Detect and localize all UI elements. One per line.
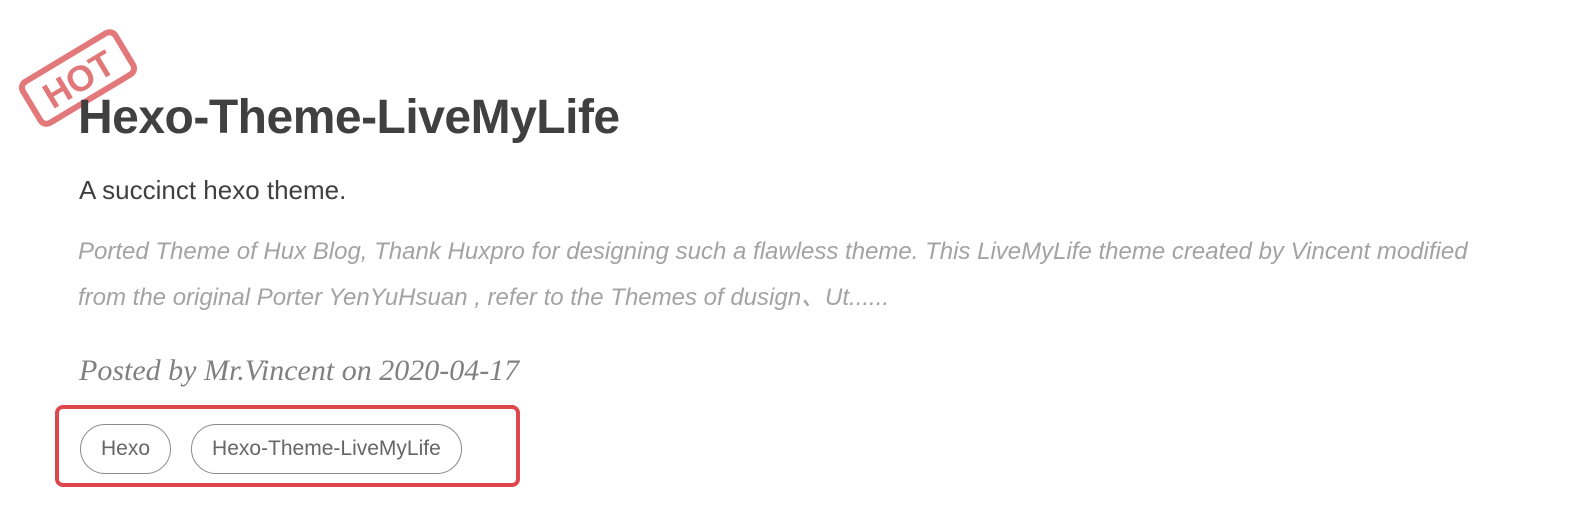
post-meta: Posted by Mr.Vincent on 2020-04-17 — [79, 354, 520, 387]
post-tags: Hexo Hexo-Theme-LiveMyLife — [80, 424, 462, 474]
post-title[interactable]: Hexo-Theme-LiveMyLife — [78, 88, 620, 148]
tag-hexo-theme-livemylife[interactable]: Hexo-Theme-LiveMyLife — [191, 424, 462, 474]
tag-hexo[interactable]: Hexo — [80, 424, 172, 474]
post-subtitle: A succinct hexo theme. — [79, 175, 347, 205]
post-preview: HOT Hexo-Theme-LiveMyLife A succinct hex… — [0, 0, 1582, 514]
post-excerpt: Ported Theme of Hux Blog, Thank Huxpro f… — [78, 238, 1468, 311]
